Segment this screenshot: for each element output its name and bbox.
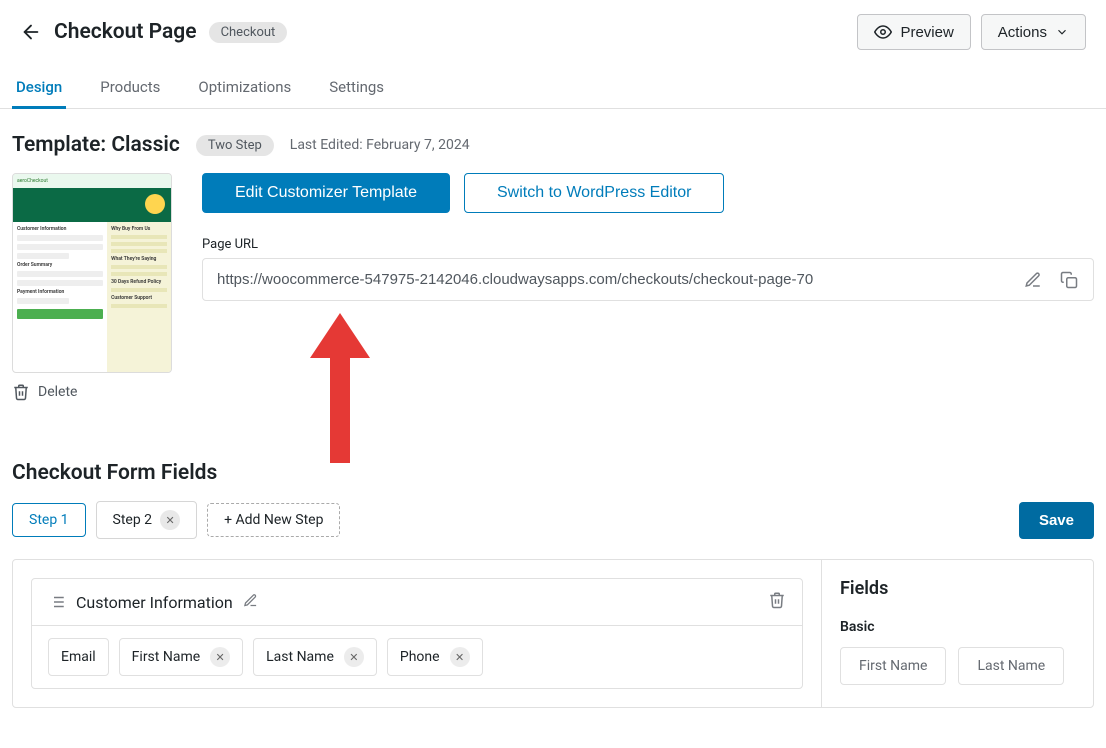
remove-chip-button[interactable]: ✕ — [344, 647, 364, 667]
page-url-input[interactable] — [203, 259, 1015, 300]
form-fields-title: Checkout Form Fields — [12, 461, 1094, 485]
block-title: Customer Information — [76, 593, 233, 612]
edit-block-button[interactable] — [243, 593, 258, 612]
step-tab-2[interactable]: Step 2 ✕ — [96, 501, 198, 539]
pencil-icon — [243, 593, 258, 608]
available-field-firstname[interactable]: First Name — [840, 647, 946, 685]
back-button[interactable] — [20, 21, 42, 43]
page-title: Checkout Page — [54, 20, 197, 44]
chevron-down-icon — [1055, 25, 1069, 39]
step-label: Step 1 — [29, 512, 69, 528]
add-step-button[interactable]: + Add New Step — [207, 503, 340, 537]
basic-group-heading: Basic — [840, 619, 1075, 635]
chip-label: Phone — [400, 649, 440, 665]
list-icon — [48, 593, 66, 611]
delete-label: Delete — [38, 384, 77, 400]
template-thumbnail[interactable]: aeroCheckout Customer Information Order … — [12, 173, 172, 373]
template-title: Template: Classic — [12, 133, 180, 157]
edit-customizer-button[interactable]: Edit Customizer Template — [202, 173, 450, 213]
preview-button[interactable]: Preview — [857, 14, 970, 50]
save-button[interactable]: Save — [1019, 502, 1094, 539]
field-chip-lastname[interactable]: Last Name ✕ — [253, 638, 377, 676]
available-field-lastname[interactable]: Last Name — [958, 647, 1064, 685]
switch-editor-button[interactable]: Switch to WordPress Editor — [464, 173, 724, 213]
chip-label: First Name — [132, 649, 200, 665]
field-chip-email[interactable]: Email — [48, 638, 109, 676]
remove-chip-button[interactable]: ✕ — [210, 647, 230, 667]
template-step-badge: Two Step — [196, 135, 274, 156]
chip-label: Email — [61, 649, 96, 665]
last-edited-text: Last Edited: February 7, 2024 — [290, 137, 470, 153]
tab-settings[interactable]: Settings — [325, 68, 388, 109]
delete-template-button[interactable]: Delete — [12, 383, 172, 401]
delete-block-button[interactable] — [768, 591, 786, 613]
field-chip-phone[interactable]: Phone ✕ — [387, 638, 483, 676]
tab-optimizations[interactable]: Optimizations — [194, 68, 295, 109]
step-label: Step 2 — [113, 512, 153, 528]
fields-panel-title: Fields — [840, 578, 1075, 599]
actions-label: Actions — [998, 24, 1047, 41]
field-chip-firstname[interactable]: First Name ✕ — [119, 638, 243, 676]
remove-step-button[interactable]: ✕ — [160, 510, 180, 530]
trash-icon — [768, 591, 786, 609]
tab-design[interactable]: Design — [12, 68, 66, 109]
step-tab-1[interactable]: Step 1 — [12, 503, 86, 537]
page-url-label: Page URL — [202, 237, 1094, 252]
edit-url-button[interactable] — [1015, 262, 1051, 298]
copy-url-button[interactable] — [1051, 262, 1087, 298]
eye-icon — [874, 23, 892, 41]
pencil-icon — [1024, 271, 1042, 289]
tab-products[interactable]: Products — [96, 68, 164, 109]
remove-chip-button[interactable]: ✕ — [450, 647, 470, 667]
preview-label: Preview — [900, 24, 953, 41]
page-type-badge: Checkout — [209, 22, 288, 43]
trash-icon — [12, 383, 30, 401]
chip-label: Last Name — [266, 649, 334, 665]
copy-icon — [1060, 271, 1078, 289]
actions-dropdown[interactable]: Actions — [981, 14, 1086, 50]
customer-information-block: Customer Information Email First Name ✕ — [31, 578, 803, 689]
